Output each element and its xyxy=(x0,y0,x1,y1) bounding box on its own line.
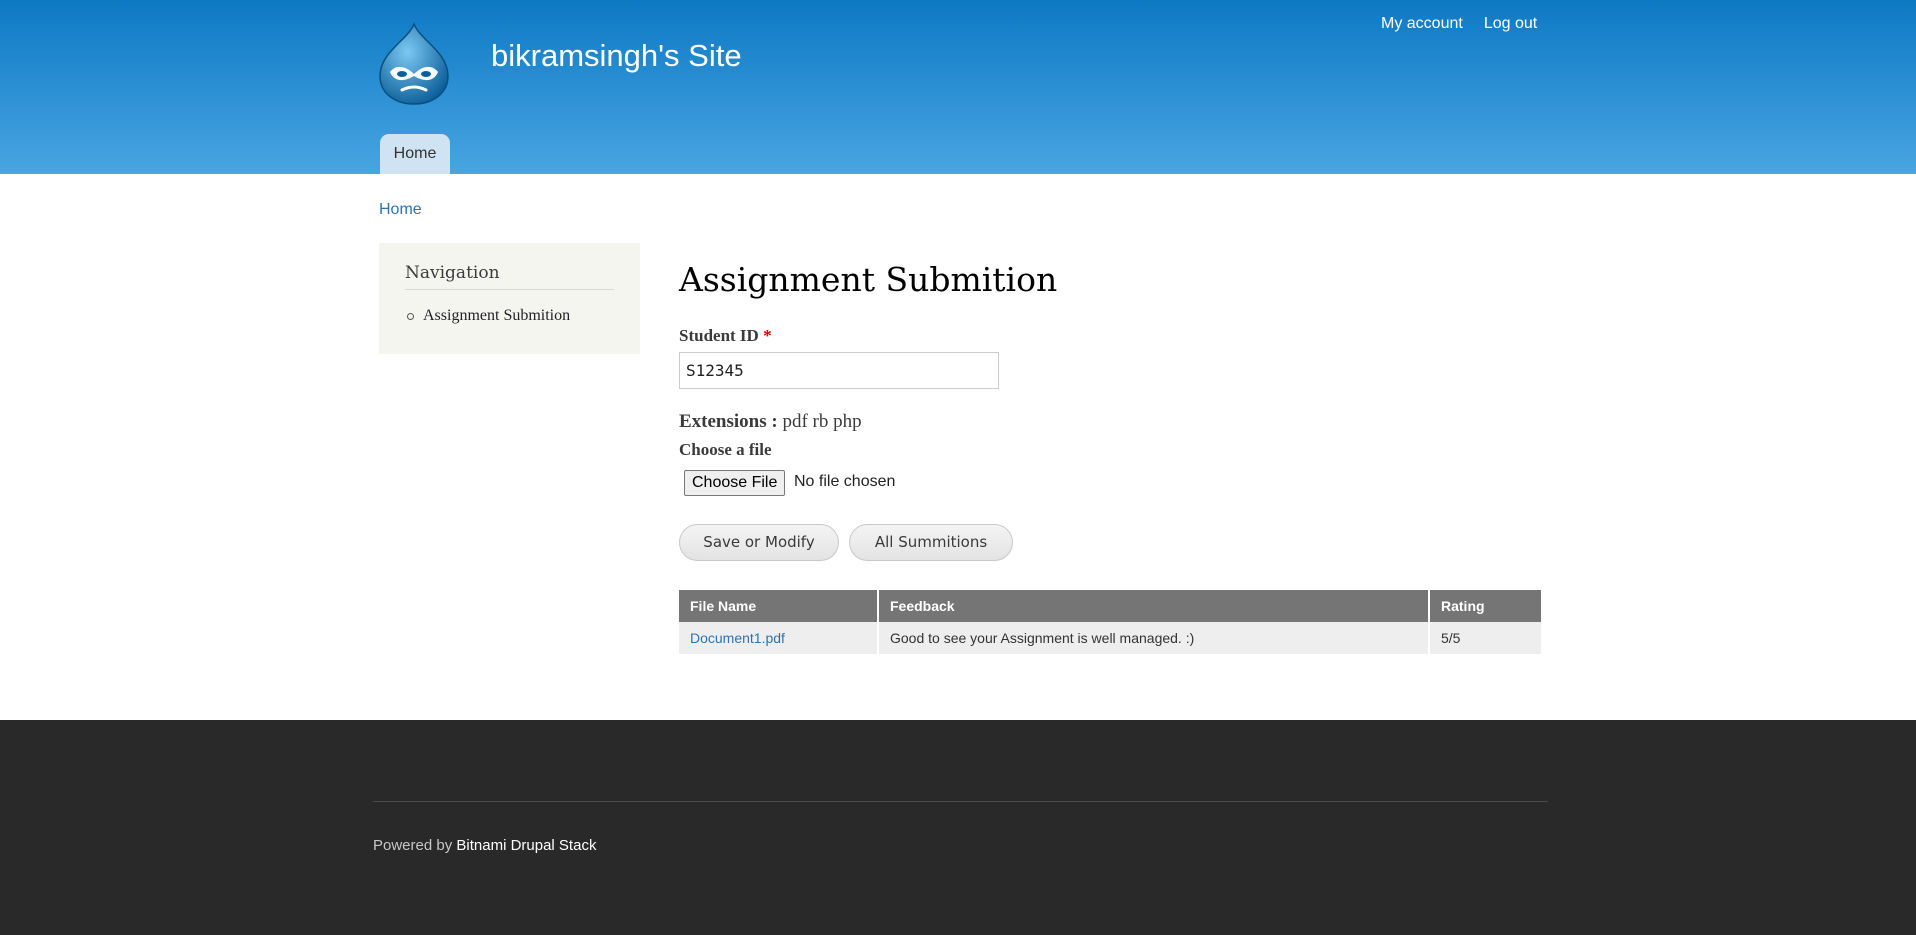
save-or-modify-button[interactable]: Save or Modify xyxy=(679,524,839,561)
page-title: Assignment Submition xyxy=(679,260,1058,299)
student-id-input[interactable] xyxy=(679,352,999,389)
sidebar-navigation: Navigation Assignment Submition xyxy=(379,243,640,354)
choose-file-label: Choose a file xyxy=(679,440,772,459)
powered-by-text: Powered by xyxy=(373,837,453,854)
rating-cell: 5/5 xyxy=(1429,622,1541,654)
column-header-file-name: File Name xyxy=(679,590,879,622)
student-id-label: Student ID * xyxy=(679,326,772,346)
required-marker: * xyxy=(763,326,772,345)
table-header-row: File Name Feedback Rating xyxy=(679,590,1541,622)
sidebar-item-assignment-submition[interactable]: Assignment Submition xyxy=(405,307,614,325)
tab-home[interactable]: Home xyxy=(380,134,450,174)
extensions-value: pdf rb php xyxy=(782,411,862,432)
bullet-icon xyxy=(407,312,414,320)
file-link[interactable]: Document1.pdf xyxy=(690,630,785,646)
secondary-menu: My account Log out xyxy=(1381,15,1537,33)
site-header: bikramsingh's Site My account Log out Ho… xyxy=(0,0,1916,174)
footer-credit: Powered by Bitnami Drupal Stack xyxy=(373,837,596,854)
choose-file-button[interactable]: Choose File xyxy=(684,470,786,496)
sidebar-item-label: Assignment Submition xyxy=(423,307,571,324)
log-out-link[interactable]: Log out xyxy=(1484,15,1537,33)
column-header-rating: Rating xyxy=(1429,590,1541,622)
site-name[interactable]: bikramsingh's Site xyxy=(491,38,742,74)
extensions-info: Extensions : pdf rb php xyxy=(679,411,862,433)
drupal-logo-icon[interactable] xyxy=(376,21,452,106)
submissions-table: File Name Feedback Rating Document1.pdf … xyxy=(679,590,1541,654)
student-id-label-text: Student ID xyxy=(679,326,759,345)
site-footer: Powered by Bitnami Drupal Stack xyxy=(0,720,1916,935)
breadcrumb[interactable]: Home xyxy=(379,201,422,219)
my-account-link[interactable]: My account xyxy=(1381,15,1463,33)
bitnami-link[interactable]: Bitnami Drupal Stack xyxy=(456,837,596,854)
no-file-status: No file chosen xyxy=(794,473,896,490)
column-header-feedback: Feedback xyxy=(878,590,1430,622)
table-row: Document1.pdf Good to see your Assignmen… xyxy=(679,622,1541,654)
footer-divider xyxy=(373,801,1548,802)
extensions-label: Extensions : xyxy=(679,411,778,432)
feedback-cell: Good to see your Assignment is well mana… xyxy=(878,622,1430,654)
file-name-cell: Document1.pdf xyxy=(679,622,879,654)
all-summitions-button[interactable]: All Summitions xyxy=(849,524,1013,561)
sidebar-title: Navigation xyxy=(405,263,614,290)
